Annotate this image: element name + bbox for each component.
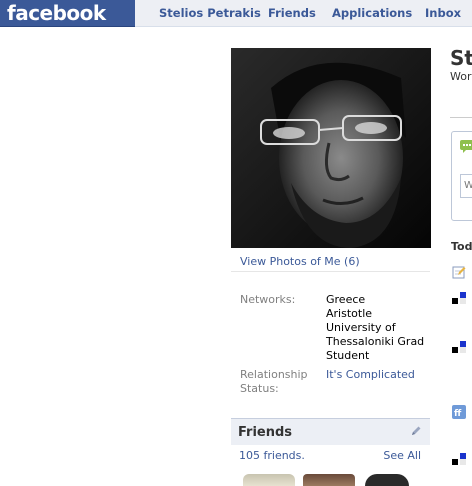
relationship-label: Relationship Status:: [240, 368, 308, 396]
nav-profile-link[interactable]: Stelios Petrakis: [159, 6, 261, 20]
wall-post-icon: [452, 292, 466, 304]
networks-line: Student: [326, 349, 370, 362]
profile-photo[interactable]: [231, 48, 431, 248]
logo-text[interactable]: facebook: [7, 1, 106, 25]
divider: [450, 117, 472, 118]
see-all-friends-link[interactable]: See All: [383, 449, 421, 462]
nav-inbox-link[interactable]: Inbox: [425, 6, 461, 20]
profile-subtitle: Wor: [450, 70, 472, 83]
networks-value[interactable]: Greece Aristotle University of Thessalon…: [326, 293, 424, 363]
wall-post-icon: [452, 453, 466, 465]
networks-line: Greece: [326, 293, 366, 306]
view-photos-link[interactable]: View Photos of Me (6): [240, 255, 360, 268]
pencil-edit-icon[interactable]: [410, 425, 422, 437]
publisher-input[interactable]: W: [460, 174, 472, 198]
feed-today-heading: Toda: [451, 240, 472, 253]
relationship-label-line: Relationship: [240, 368, 308, 381]
networks-line: Thessaloniki Grad: [326, 335, 425, 348]
nav-friends-link[interactable]: Friends: [268, 6, 316, 20]
networks-line: University of: [326, 321, 396, 334]
friends-box: Friends 105 friends. See All: [231, 418, 430, 486]
friendfeed-icon: ff: [452, 405, 466, 419]
facebook-logo[interactable]: facebook: [0, 0, 135, 27]
relationship-status-link[interactable]: It's Complicated: [326, 368, 415, 382]
top-nav: Stelios Petrakis Friends Applications In…: [135, 0, 472, 27]
svg-text:ff: ff: [454, 409, 462, 419]
relationship-label-line: Status:: [240, 382, 279, 395]
top-bar: facebook Stelios Petrakis Friends Applic…: [0, 0, 472, 27]
friends-count-link[interactable]: 105 friends.: [239, 449, 305, 462]
profile-photo-image: [231, 48, 431, 248]
wall-post-icon: [452, 341, 466, 353]
networks-label: Networks:: [240, 293, 296, 306]
friend-thumbnail[interactable]: [243, 474, 295, 486]
friends-title: Friends: [238, 425, 293, 440]
note-pencil-icon: [452, 266, 466, 279]
profile-name-heading: Ste: [450, 46, 472, 70]
nav-applications-link[interactable]: Applications: [332, 6, 412, 20]
status-comment-icon[interactable]: [460, 140, 472, 153]
friend-thumbnail[interactable]: [365, 474, 409, 486]
divider: [231, 271, 430, 272]
friend-thumbnail[interactable]: [303, 474, 355, 486]
networks-line: Aristotle: [326, 307, 373, 320]
friends-box-header: Friends: [231, 419, 430, 445]
